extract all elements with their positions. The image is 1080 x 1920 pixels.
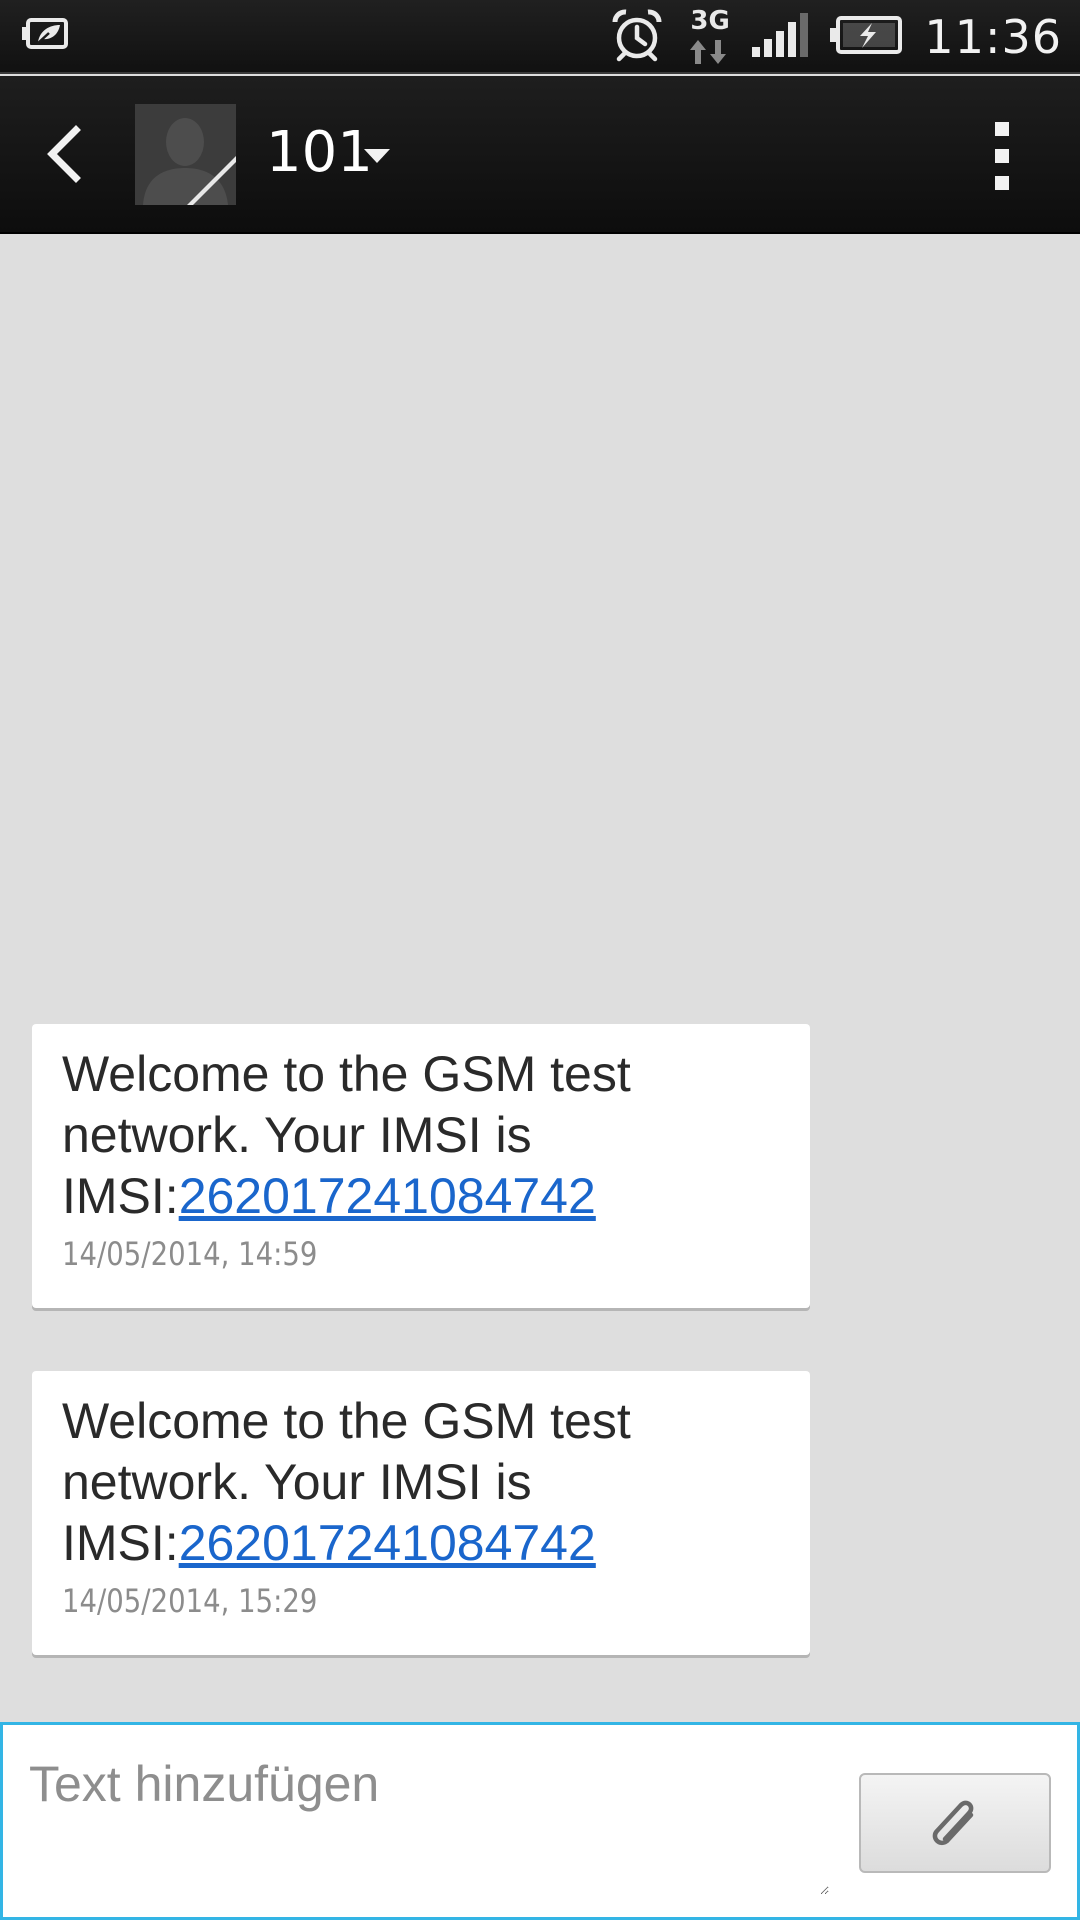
message-bubble[interactable]: Welcome to the GSM test network. Your IM…	[32, 1024, 810, 1308]
contact-avatar[interactable]	[135, 104, 236, 205]
overflow-menu-button[interactable]	[984, 116, 1020, 196]
contact-avatar-icon	[135, 104, 236, 205]
status-time: 11:36	[924, 10, 1062, 64]
imsi-link[interactable]: 262017241084742	[179, 1168, 596, 1224]
message-text: Welcome to the GSM test network. Your IM…	[62, 1046, 631, 1224]
network-type-label: 3G	[690, 6, 730, 36]
caret-down-icon[interactable]	[362, 146, 392, 166]
chevron-left-icon	[47, 125, 81, 183]
conversation-action-bar: 101	[0, 76, 1080, 234]
message-text: Welcome to the GSM test network. Your IM…	[62, 1393, 631, 1571]
power-saver-battery-leaf-icon	[22, 14, 70, 59]
imsi-link[interactable]: 262017241084742	[179, 1515, 596, 1571]
messaging-screen: 3G 11:36 101 Welcome to the GSM test net…	[0, 0, 1080, 1920]
message-timestamp: 14/05/2014, 15:29	[62, 1582, 318, 1620]
message-timestamp: 14/05/2014, 14:59	[62, 1235, 318, 1273]
signal-strength-icon	[752, 12, 809, 62]
status-bar: 3G 11:36	[0, 0, 1080, 74]
attach-button[interactable]	[859, 1773, 1051, 1873]
compose-bar	[0, 1722, 1080, 1920]
back-button[interactable]	[38, 124, 98, 184]
paperclip-icon	[932, 1800, 974, 1846]
contact-name[interactable]: 101	[266, 120, 373, 185]
alarm-clock-icon	[610, 8, 664, 67]
message-bubble[interactable]: Welcome to the GSM test network. Your IM…	[32, 1371, 810, 1655]
network-3g-icon: 3G	[686, 6, 730, 68]
battery-charging-icon	[830, 15, 903, 60]
message-input[interactable]	[29, 1755, 829, 1895]
